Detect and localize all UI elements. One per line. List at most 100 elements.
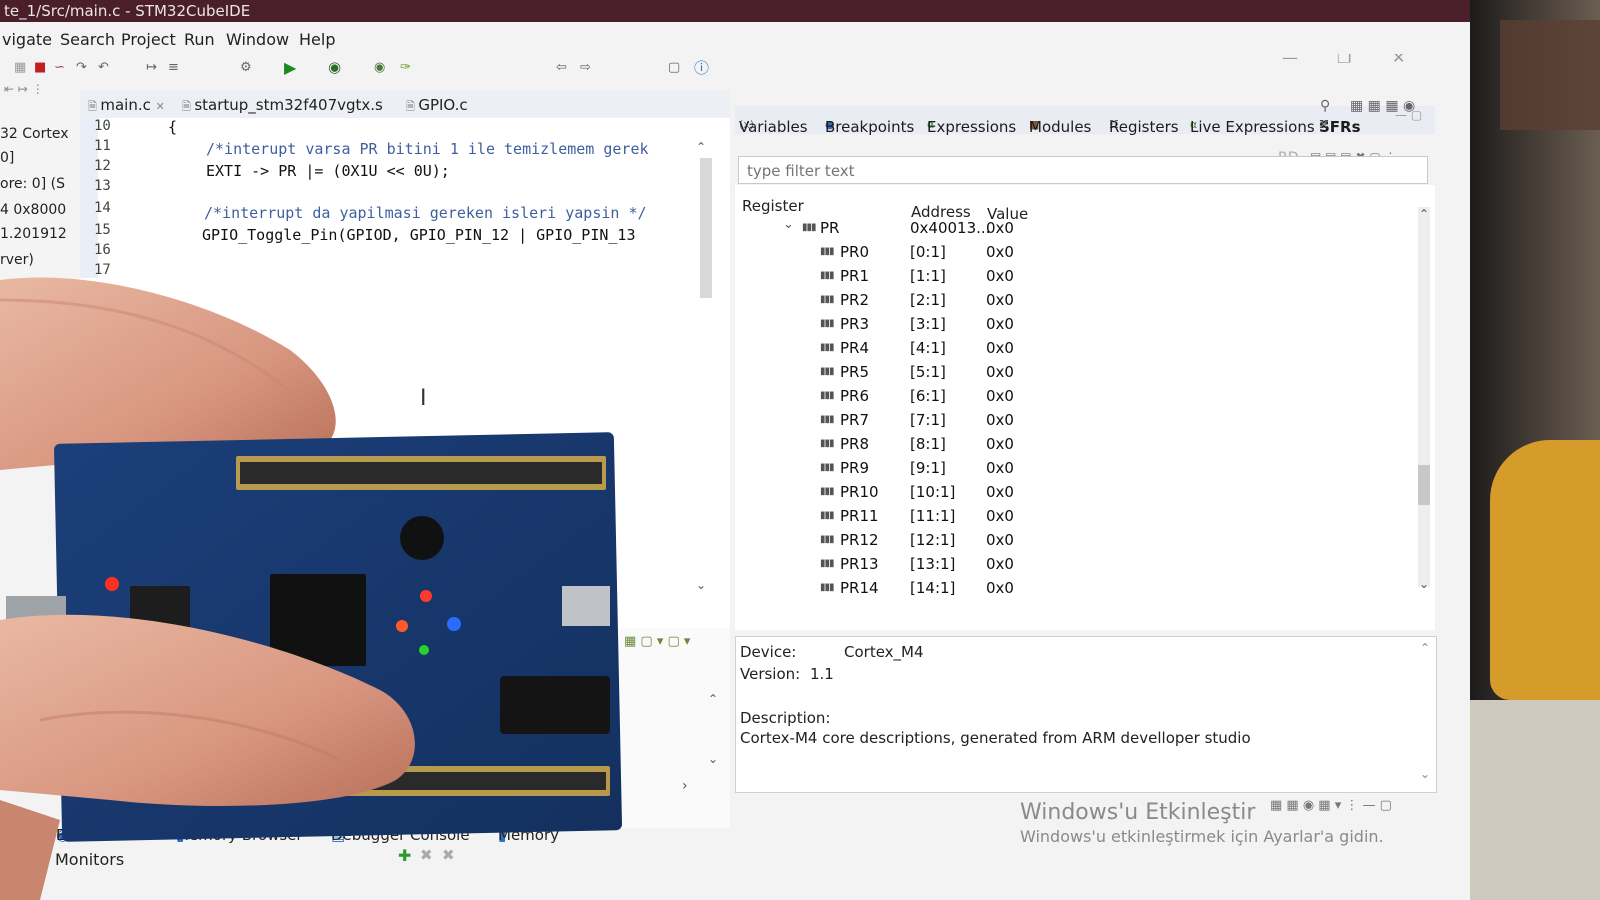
expand-chevron-icon[interactable]: ⌄ bbox=[783, 217, 794, 232]
back-icon[interactable]: ⇦ bbox=[556, 60, 567, 75]
editor-scrollbar[interactable] bbox=[700, 158, 712, 298]
scroll-right-icon[interactable]: › bbox=[682, 778, 688, 794]
scroll-up-icon[interactable]: ⌃ bbox=[708, 692, 718, 706]
field-name: PR9 bbox=[840, 459, 870, 477]
field-value: 0x0 bbox=[986, 363, 1014, 381]
external-tools-icon[interactable]: ◉ bbox=[374, 60, 385, 75]
field-icon: ▮▮▮ bbox=[820, 582, 834, 593]
scroll-up-icon[interactable]: ⌃ bbox=[1419, 207, 1429, 221]
debug-tree-item[interactable]: 4 0x8000 bbox=[0, 202, 66, 218]
scroll-up-icon[interactable]: ⌃ bbox=[696, 140, 706, 154]
menu-navigate[interactable]: vigate bbox=[2, 30, 52, 49]
text-cursor-icon: I bbox=[420, 386, 427, 411]
terminate-icon[interactable]: ■ bbox=[34, 60, 46, 75]
menu-search[interactable]: Search bbox=[60, 30, 115, 49]
version-label: Version: bbox=[740, 665, 801, 683]
close-tab-icon[interactable]: ✕ bbox=[1319, 118, 1328, 131]
brush-icon[interactable]: ✑ bbox=[400, 60, 411, 75]
register-row[interactable]: ▮▮▮ PR1 [1:1] 0x0 bbox=[735, 267, 1415, 289]
register-row[interactable]: ▮▮▮ PR12 [12:1] 0x0 bbox=[735, 531, 1415, 553]
collapse-icon[interactable]: ⇤ ↦ ⋮ bbox=[4, 82, 44, 96]
register-row[interactable]: ▮▮▮ PR14 [14:1] 0x0 bbox=[735, 579, 1415, 601]
add-monitor-icon[interactable]: ✚ bbox=[398, 846, 411, 865]
register-row[interactable]: ▮▮▮ PR3 [3:1] 0x0 bbox=[735, 315, 1415, 337]
main-toolbar: ▦ ■ ∽ ↷ ↶ ↦ ≡ ⚙ ▶ ◉ ◉ ✑ ⇦ ⇨ ▢ ⓘ bbox=[0, 54, 730, 84]
scroll-down-icon[interactable]: ⌄ bbox=[1420, 767, 1430, 781]
step-return-icon[interactable]: ↦ bbox=[146, 60, 157, 75]
window-title: te_1/Src/main.c - STM32CubeIDE bbox=[0, 0, 1470, 22]
debug-tree-item[interactable]: ore: 0] (S bbox=[0, 176, 65, 192]
device-value: Cortex_M4 bbox=[844, 643, 924, 661]
tab-gpio-c[interactable]: 🗎 GPIO.c bbox=[406, 96, 468, 117]
line-number: 14 bbox=[94, 200, 111, 216]
register-row[interactable]: ▮▮▮ PR4 [4:1] 0x0 bbox=[735, 339, 1415, 361]
disconnect-icon[interactable]: ∽ bbox=[54, 60, 65, 75]
register-row[interactable]: ▮▮▮ PR6 [6:1] 0x0 bbox=[735, 387, 1415, 409]
open-perspective-icon[interactable]: ▢ bbox=[668, 60, 680, 75]
console-panel: ▦ ▢ ▾ ▢ ▾ ⌃ ⌄ › bbox=[610, 628, 730, 828]
sfr-scrollbar[interactable] bbox=[1418, 207, 1430, 587]
step-into-icon[interactable]: ↷ bbox=[76, 60, 87, 75]
menu-window[interactable]: Window bbox=[226, 30, 289, 49]
filter-box[interactable] bbox=[738, 156, 1428, 184]
column-header-register[interactable]: Register bbox=[742, 197, 804, 215]
field-address: [14:1] bbox=[910, 579, 956, 597]
debug-tree-item[interactable]: 1.201912 bbox=[0, 226, 67, 242]
remove-monitor-icon[interactable]: ✖ bbox=[420, 846, 433, 864]
tab-label: Variables bbox=[739, 118, 808, 136]
debug-tree-item[interactable]: 0] bbox=[0, 150, 14, 166]
field-address: [0:1] bbox=[910, 243, 946, 261]
search-icon[interactable]: ⚲ bbox=[1320, 98, 1330, 114]
debug-tree-item[interactable]: 32 Cortex bbox=[0, 126, 69, 142]
field-icon: ▮▮▮ bbox=[820, 270, 834, 281]
field-name: PR10 bbox=[840, 483, 879, 501]
build-icon[interactable]: ⚙ bbox=[240, 60, 252, 75]
register-row[interactable]: ▮▮▮ PR9 [9:1] 0x0 bbox=[735, 459, 1415, 481]
background-bookshelf bbox=[1500, 20, 1600, 130]
tab-main-c[interactable]: 🗎 main.c ✕ bbox=[88, 96, 165, 117]
close-tab-icon[interactable]: ✕ bbox=[156, 100, 165, 113]
list-icon[interactable]: ≡ bbox=[168, 60, 179, 75]
register-row[interactable]: ▮▮▮ PR0 [0:1] 0x0 bbox=[735, 243, 1415, 265]
menu-help[interactable]: Help bbox=[299, 30, 335, 49]
register-row[interactable]: ▮▮▮ PR11 [11:1] 0x0 bbox=[735, 507, 1415, 529]
field-name: PR1 bbox=[840, 267, 870, 285]
menu-project[interactable]: Project bbox=[121, 30, 176, 49]
register-row[interactable]: ▮▮▮ PR5 [5:1] 0x0 bbox=[735, 363, 1415, 385]
debug-view-strip: ⇤ ↦ ⋮ 32 Cortex 0] ore: 0] (S 4 0x8000 1… bbox=[0, 82, 81, 296]
tab-startup[interactable]: 🗎 startup_stm32f407vgtx.s bbox=[182, 96, 383, 117]
scrollbar-thumb[interactable] bbox=[1418, 465, 1430, 505]
debug-icon[interactable]: ◉ bbox=[328, 58, 341, 76]
menu-run[interactable]: Run bbox=[184, 30, 215, 49]
field-icon: ▮▮▮ bbox=[820, 414, 834, 425]
scroll-up-icon[interactable]: ⌃ bbox=[1420, 641, 1430, 655]
line-number: 11 bbox=[94, 138, 111, 154]
register-row[interactable]: ▮▮▮ PR7 [7:1] 0x0 bbox=[735, 411, 1415, 433]
field-name: PR6 bbox=[840, 387, 870, 405]
scroll-down-icon[interactable]: ⌄ bbox=[708, 752, 718, 766]
field-name: PR5 bbox=[840, 363, 870, 381]
code-editor[interactable]: 10 11 12 13 14 15 16 17 { /*interupt var… bbox=[80, 118, 730, 628]
remove-all-icon[interactable]: ✖ bbox=[442, 846, 455, 864]
toolbar-icon[interactable]: ▦ bbox=[14, 60, 26, 75]
forward-icon[interactable]: ⇨ bbox=[580, 60, 591, 75]
info-icon[interactable]: ⓘ bbox=[694, 57, 709, 78]
step-over-icon[interactable]: ↶ bbox=[98, 60, 109, 75]
tab-label: startup_stm32f407vgtx.s bbox=[194, 96, 383, 114]
console-toolbar-icon[interactable]: ▦ ▢ ▾ ▢ ▾ bbox=[624, 634, 690, 649]
scroll-down-icon[interactable]: ⌄ bbox=[696, 578, 706, 592]
view-icons[interactable]: ▦ ▦ ▦ ◉ bbox=[1350, 98, 1415, 114]
register-row[interactable]: ▮▮▮ PR10 [10:1] 0x0 bbox=[735, 483, 1415, 505]
debug-tree-item[interactable]: rver) bbox=[0, 252, 34, 268]
register-row[interactable]: ▮▮▮ PR8 [8:1] 0x0 bbox=[735, 435, 1415, 457]
file-s-icon: 🗎 bbox=[182, 100, 195, 113]
scroll-down-icon[interactable]: ⌄ bbox=[1419, 577, 1429, 591]
run-icon[interactable]: ▶ bbox=[284, 58, 296, 77]
register-row[interactable]: ▮▮▮ PR2 [2:1] 0x0 bbox=[735, 291, 1415, 313]
register-row[interactable]: ▮▮▮ PR13 [13:1] 0x0 bbox=[735, 555, 1415, 577]
field-name: PR2 bbox=[840, 291, 870, 309]
filter-input[interactable] bbox=[745, 161, 1349, 181]
register-row-pr[interactable]: ⌄ ▮▮▮ PR 0x40013... 0x0 bbox=[735, 217, 1415, 241]
field-address: [12:1] bbox=[910, 531, 956, 549]
field-value: 0x0 bbox=[986, 339, 1014, 357]
